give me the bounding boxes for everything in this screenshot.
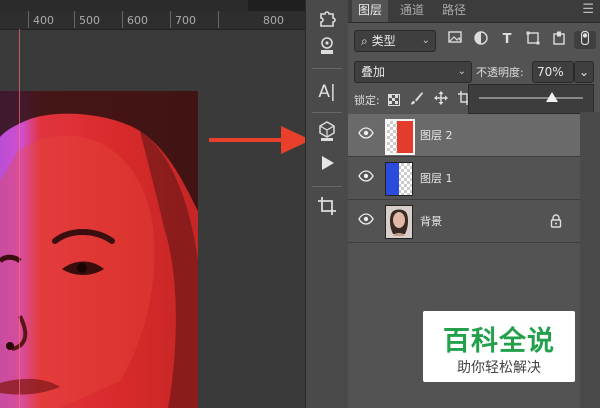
layer-thumbnail	[385, 119, 415, 155]
shape-filter-icon[interactable]	[524, 31, 542, 49]
chevron-down-icon: ⌄	[457, 66, 466, 77]
lock-icon	[550, 213, 562, 228]
layer-row-background[interactable]: 背景	[348, 200, 580, 243]
ruler-tick: 600	[127, 14, 148, 27]
watermark-title: 百科全说	[443, 326, 555, 357]
watermark-badge: 百科全说 助你轻松解决	[423, 311, 575, 382]
document-canvas-area[interactable]: 400 500 600 700 800	[0, 0, 305, 408]
guide-line[interactable]	[19, 29, 20, 408]
text-type-icon[interactable]: A|	[314, 80, 340, 104]
play-icon[interactable]	[314, 154, 340, 178]
tab-layers[interactable]: 图层	[352, 0, 389, 22]
layer-name: 图层 2	[420, 129, 453, 142]
tools-panel: A|	[305, 0, 349, 408]
ruler-tick: 700	[175, 14, 196, 27]
3d-cube-icon[interactable]	[314, 120, 340, 144]
red-arrow-annotation	[209, 126, 311, 154]
adjustment-filter-icon[interactable]	[472, 31, 490, 49]
portrait-image	[0, 91, 198, 408]
opacity-value: 70%	[537, 65, 564, 79]
layer-filter-dropdown[interactable]: ⌕ 类型 ⌄	[354, 30, 436, 52]
horizontal-ruler: 400 500 600 700 800	[0, 11, 305, 30]
blend-mode-dropdown[interactable]: 叠加 ⌄	[354, 61, 472, 83]
eye-icon[interactable]	[358, 213, 374, 229]
panel-menu-icon[interactable]: ☰	[582, 2, 594, 17]
layer-name: 背景	[420, 215, 442, 228]
tab-channels[interactable]: 通道	[394, 0, 430, 22]
tab-paths[interactable]: 路径	[436, 0, 472, 22]
layer-row-1[interactable]: 图层 1	[348, 157, 580, 200]
watermark-subtitle: 助你轻松解决	[457, 360, 541, 376]
layer-thumbnail	[385, 162, 413, 196]
crop-icon[interactable]	[314, 196, 340, 220]
text-filter-icon[interactable]: T	[498, 31, 516, 49]
ruler-tick: 800	[263, 14, 284, 27]
search-icon: ⌕	[361, 34, 368, 48]
opacity-dropdown-button[interactable]: ⌄	[574, 61, 594, 83]
lock-label: 锁定:	[354, 94, 380, 107]
eye-icon[interactable]	[358, 170, 374, 186]
chevron-down-icon: ⌄	[421, 35, 430, 46]
ruler-tick: 500	[79, 14, 100, 27]
opacity-slider-track[interactable]	[479, 97, 583, 99]
lock-pixels-brush-icon[interactable]	[410, 90, 424, 105]
panel-tabs: 图层 通道 路径 ☰	[348, 0, 600, 23]
opacity-slider-popup[interactable]	[468, 84, 594, 114]
smart-object-filter-icon[interactable]	[550, 31, 568, 49]
eye-icon[interactable]	[358, 127, 374, 143]
opacity-slider-thumb[interactable]	[545, 92, 558, 102]
layer-thumbnail	[385, 205, 413, 239]
stamp-icon[interactable]	[314, 36, 340, 60]
lock-position-move-icon[interactable]	[434, 90, 448, 105]
layer-row-2[interactable]: 图层 2	[348, 114, 580, 157]
blend-mode-value: 叠加	[361, 65, 386, 79]
puzzle-icon[interactable]	[314, 8, 340, 32]
filter-label: 类型	[371, 34, 396, 48]
chevron-down-icon: ⌄	[578, 65, 590, 79]
layers-scrollbar[interactable]	[580, 112, 600, 408]
lock-transparent-icon[interactable]	[388, 91, 400, 106]
ruler-tick: 400	[33, 14, 54, 27]
portrait-illustration	[0, 91, 198, 408]
layer-name: 图层 1	[420, 172, 453, 185]
image-filter-icon[interactable]	[446, 31, 464, 49]
filter-toggle-icon[interactable]	[574, 30, 596, 49]
opacity-label: 不透明度:	[476, 66, 524, 79]
opacity-input[interactable]: 70%	[532, 61, 574, 83]
document-tab-strip	[0, 0, 305, 11]
